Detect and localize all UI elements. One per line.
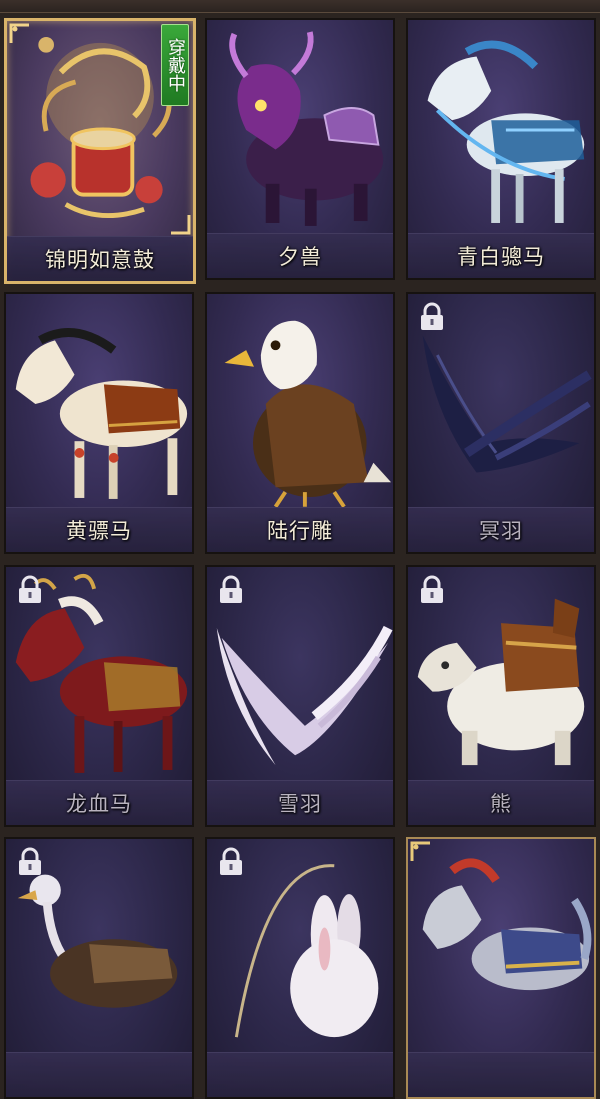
mount-card-6[interactable]: 冥羽 [406,292,596,554]
mount-card-9[interactable]: 熊 [406,565,596,827]
mount-name: 陆行雕 [267,519,333,543]
mount-card-2[interactable]: 夕兽 [205,18,395,280]
mount-name-bar: 陆行雕 [207,507,393,552]
mount-name-bar: 夕兽 [207,233,393,278]
corner-ornament-icon [171,215,191,235]
lock-icon [19,575,41,603]
mount-card-3[interactable]: 青白骢马 [406,18,596,280]
eagle-icon [207,294,393,512]
mount-name: 锦明如意鼓 [45,248,155,272]
mount-name-bar: 黄骠马 [6,507,192,552]
armored-horse-icon [408,839,594,1057]
mount-card-11[interactable] [205,837,395,1099]
mount-card-12[interactable] [406,837,596,1099]
mount-name-bar: 雪羽 [207,780,393,825]
lock-icon [220,847,242,875]
mount-card-5[interactable]: 陆行雕 [205,292,395,554]
mount-name-bar: 龙血马 [6,780,192,825]
yellow-horse-icon [6,294,192,512]
mount-name: 冥羽 [479,519,523,543]
mount-card-4[interactable]: 黄骠马 [4,292,194,554]
lock-icon [19,847,41,875]
mount-name-bar: 青白骢马 [408,233,594,278]
top-frame-strip [0,0,600,13]
mount-name: 黄骠马 [66,519,132,543]
mount-name-bar [207,1052,393,1097]
mount-name: 青白骢马 [457,245,545,269]
mount-name-bar [408,1052,594,1097]
mount-card-10[interactable] [4,837,194,1099]
equipped-badge: 穿戴中 [161,24,189,106]
mount-name-bar: 熊 [408,780,594,825]
mount-card-7[interactable]: 龙血马 [4,565,194,827]
mount-name: 夕兽 [278,245,322,269]
mount-card-8[interactable]: 雪羽 [205,565,395,827]
mount-name: 雪羽 [278,792,322,816]
lock-icon [421,575,443,603]
mount-name-bar: 锦明如意鼓 [7,236,193,281]
lock-icon [220,575,242,603]
mount-card-1[interactable]: 穿戴中 锦明如意鼓 [4,18,196,284]
mount-name: 熊 [490,792,512,816]
mount-name-bar [6,1052,192,1097]
mount-name-bar: 冥羽 [408,507,594,552]
corner-ornament-icon [410,841,430,861]
corner-ornament-icon [9,23,29,43]
lock-icon [421,302,443,330]
mount-name: 龙血马 [66,792,132,816]
blue-white-horse-icon [408,20,594,238]
nian-beast-icon [207,20,393,238]
